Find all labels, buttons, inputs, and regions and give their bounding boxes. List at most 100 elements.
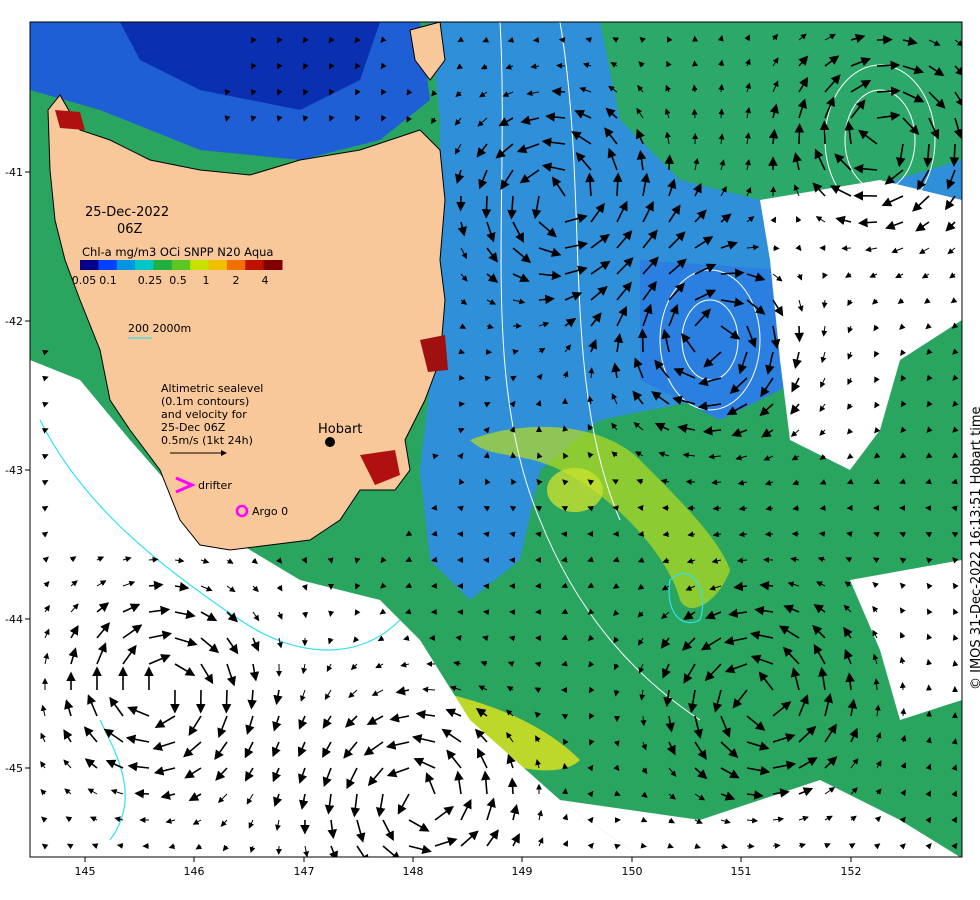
chl-eddy-patch <box>547 468 603 512</box>
colorbar-title: Chl-a mg/m3 OCi SNPP N20 Aqua <box>82 245 273 259</box>
colorbar-tick-label: 0.25 <box>138 274 163 287</box>
colorbar-tick-label: 2 <box>233 274 240 287</box>
colorbar-tick-label: 0.1 <box>99 274 117 287</box>
velocity-arrow <box>637 530 645 537</box>
colorbar-segment <box>135 260 154 270</box>
velocity-arrow <box>354 557 361 564</box>
velocity-note-line: (0.1m contours) <box>161 395 249 408</box>
lon-tick-label: 147 <box>294 865 315 878</box>
map-date: 25-Dec-2022 <box>85 205 169 220</box>
colorbar-tick-label: 1 <box>203 274 210 287</box>
lat-tick-label: -41 <box>5 166 23 179</box>
velocity-arrow <box>951 505 958 512</box>
velocity-arrow <box>819 504 826 511</box>
credit-text: © IMOS 31-Dec-2022 16:13:51 Hobart time <box>969 406 980 690</box>
colorbar-tick-label: 0.05 <box>72 274 97 287</box>
velocity-arrow <box>841 245 852 252</box>
colorbar-segment <box>153 260 173 270</box>
velocity-arrow <box>899 681 906 691</box>
latitude-axis: -41 -42 -43 -44 -45 <box>5 166 30 775</box>
colorbar-segment <box>263 260 283 270</box>
map-time: 06Z <box>117 222 143 237</box>
lon-tick-label: 146 <box>184 865 205 878</box>
velocity-arrow <box>327 557 334 564</box>
velocity-arrow <box>637 328 648 353</box>
velocity-arrow <box>432 453 439 460</box>
velocity-arrow <box>951 738 958 745</box>
velocity-note-line: and velocity for <box>161 408 247 421</box>
velocity-arrow <box>691 108 698 119</box>
drifter-label: drifter <box>198 479 232 492</box>
velocity-arrow <box>148 556 159 563</box>
colorbar-ticks: 0.05 0.1 0.25 0.5 1 2 4 <box>72 274 269 287</box>
velocity-arrow <box>509 531 516 538</box>
velocity-arrow <box>640 842 647 849</box>
velocity-arrow <box>562 787 568 795</box>
lon-tick-label: 151 <box>731 865 752 878</box>
colorbar-segment <box>171 260 191 270</box>
hobart-label: Hobart <box>318 422 362 437</box>
velocity-arrow <box>483 452 490 459</box>
colorbar-segment <box>116 260 136 270</box>
velocity-arrow <box>876 60 901 71</box>
depth-contour-legend: 200 2000m <box>128 322 191 335</box>
lon-tick-label: 150 <box>622 865 643 878</box>
velocity-arrow <box>794 325 805 343</box>
velocity-arrow <box>483 531 490 538</box>
velocity-arrow <box>481 195 492 219</box>
velocity-arrow <box>794 123 805 145</box>
velocity-arrow <box>819 120 830 145</box>
colorbar-tick-label: 0.5 <box>169 274 187 287</box>
colorbar-segment <box>245 260 265 270</box>
velocity-arrow <box>532 37 540 43</box>
velocity-arrow <box>134 788 150 799</box>
colorbar-segment <box>226 260 246 270</box>
velocity-arrow <box>484 375 491 382</box>
colorbar-tick-label: 4 <box>262 274 269 287</box>
colorbar <box>80 260 283 270</box>
colorbar-segment <box>190 260 210 270</box>
velocity-arrow <box>949 143 960 167</box>
argo-label: Argo 0 <box>252 505 288 518</box>
colorbar-segment <box>98 260 118 270</box>
velocity-arrow <box>328 610 335 617</box>
lat-tick-label: -43 <box>5 464 23 477</box>
velocity-arrow <box>224 115 231 122</box>
velocity-note-line: 25-Dec 06Z <box>161 421 226 434</box>
velocity-arrow <box>221 689 232 714</box>
velocity-arrow <box>818 531 826 537</box>
velocity-arrow <box>952 660 959 667</box>
velocity-arrow <box>556 62 566 69</box>
ocean-colour-map: 145 146 147 148 149 150 151 152 -41 -42 -43 -44 -45… <box>5 21 963 878</box>
velocity-arrow <box>772 245 780 252</box>
velocity-arrow <box>431 504 438 511</box>
lon-tick-label: 149 <box>512 865 533 878</box>
velocity-note-line: 0.5m/s (1kt 24h) <box>161 434 253 447</box>
velocity-arrow <box>535 531 542 538</box>
velocity-arrow <box>759 580 774 591</box>
velocity-arrow <box>692 60 698 67</box>
lat-tick-label: -45 <box>5 762 23 775</box>
velocity-arrow <box>562 762 569 770</box>
hobart-marker <box>325 437 335 447</box>
velocity-arrow <box>664 154 675 171</box>
velocity-arrow <box>431 530 438 537</box>
velocity-arrow <box>551 86 566 97</box>
lat-tick-label: -42 <box>5 315 23 328</box>
velocity-arrow <box>772 842 781 849</box>
lon-tick-label: 145 <box>75 865 96 878</box>
velocity-arrow <box>588 367 595 379</box>
velocity-arrow <box>858 217 878 228</box>
longitude-axis: 145 146 147 148 149 150 151 152 <box>75 857 862 878</box>
velocity-arrow <box>455 635 462 642</box>
velocity-arrow <box>637 505 644 511</box>
colorbar-segment <box>208 260 228 270</box>
velocity-arrow <box>507 777 518 795</box>
lon-tick-label: 152 <box>841 865 862 878</box>
lat-tick-label: -44 <box>5 613 23 626</box>
velocity-arrow <box>561 556 568 563</box>
velocity-note-line: Altimetric sealevel <box>161 382 263 395</box>
velocity-arrow <box>431 556 438 563</box>
velocity-arrow <box>612 172 623 197</box>
colorbar-segment <box>80 260 99 270</box>
